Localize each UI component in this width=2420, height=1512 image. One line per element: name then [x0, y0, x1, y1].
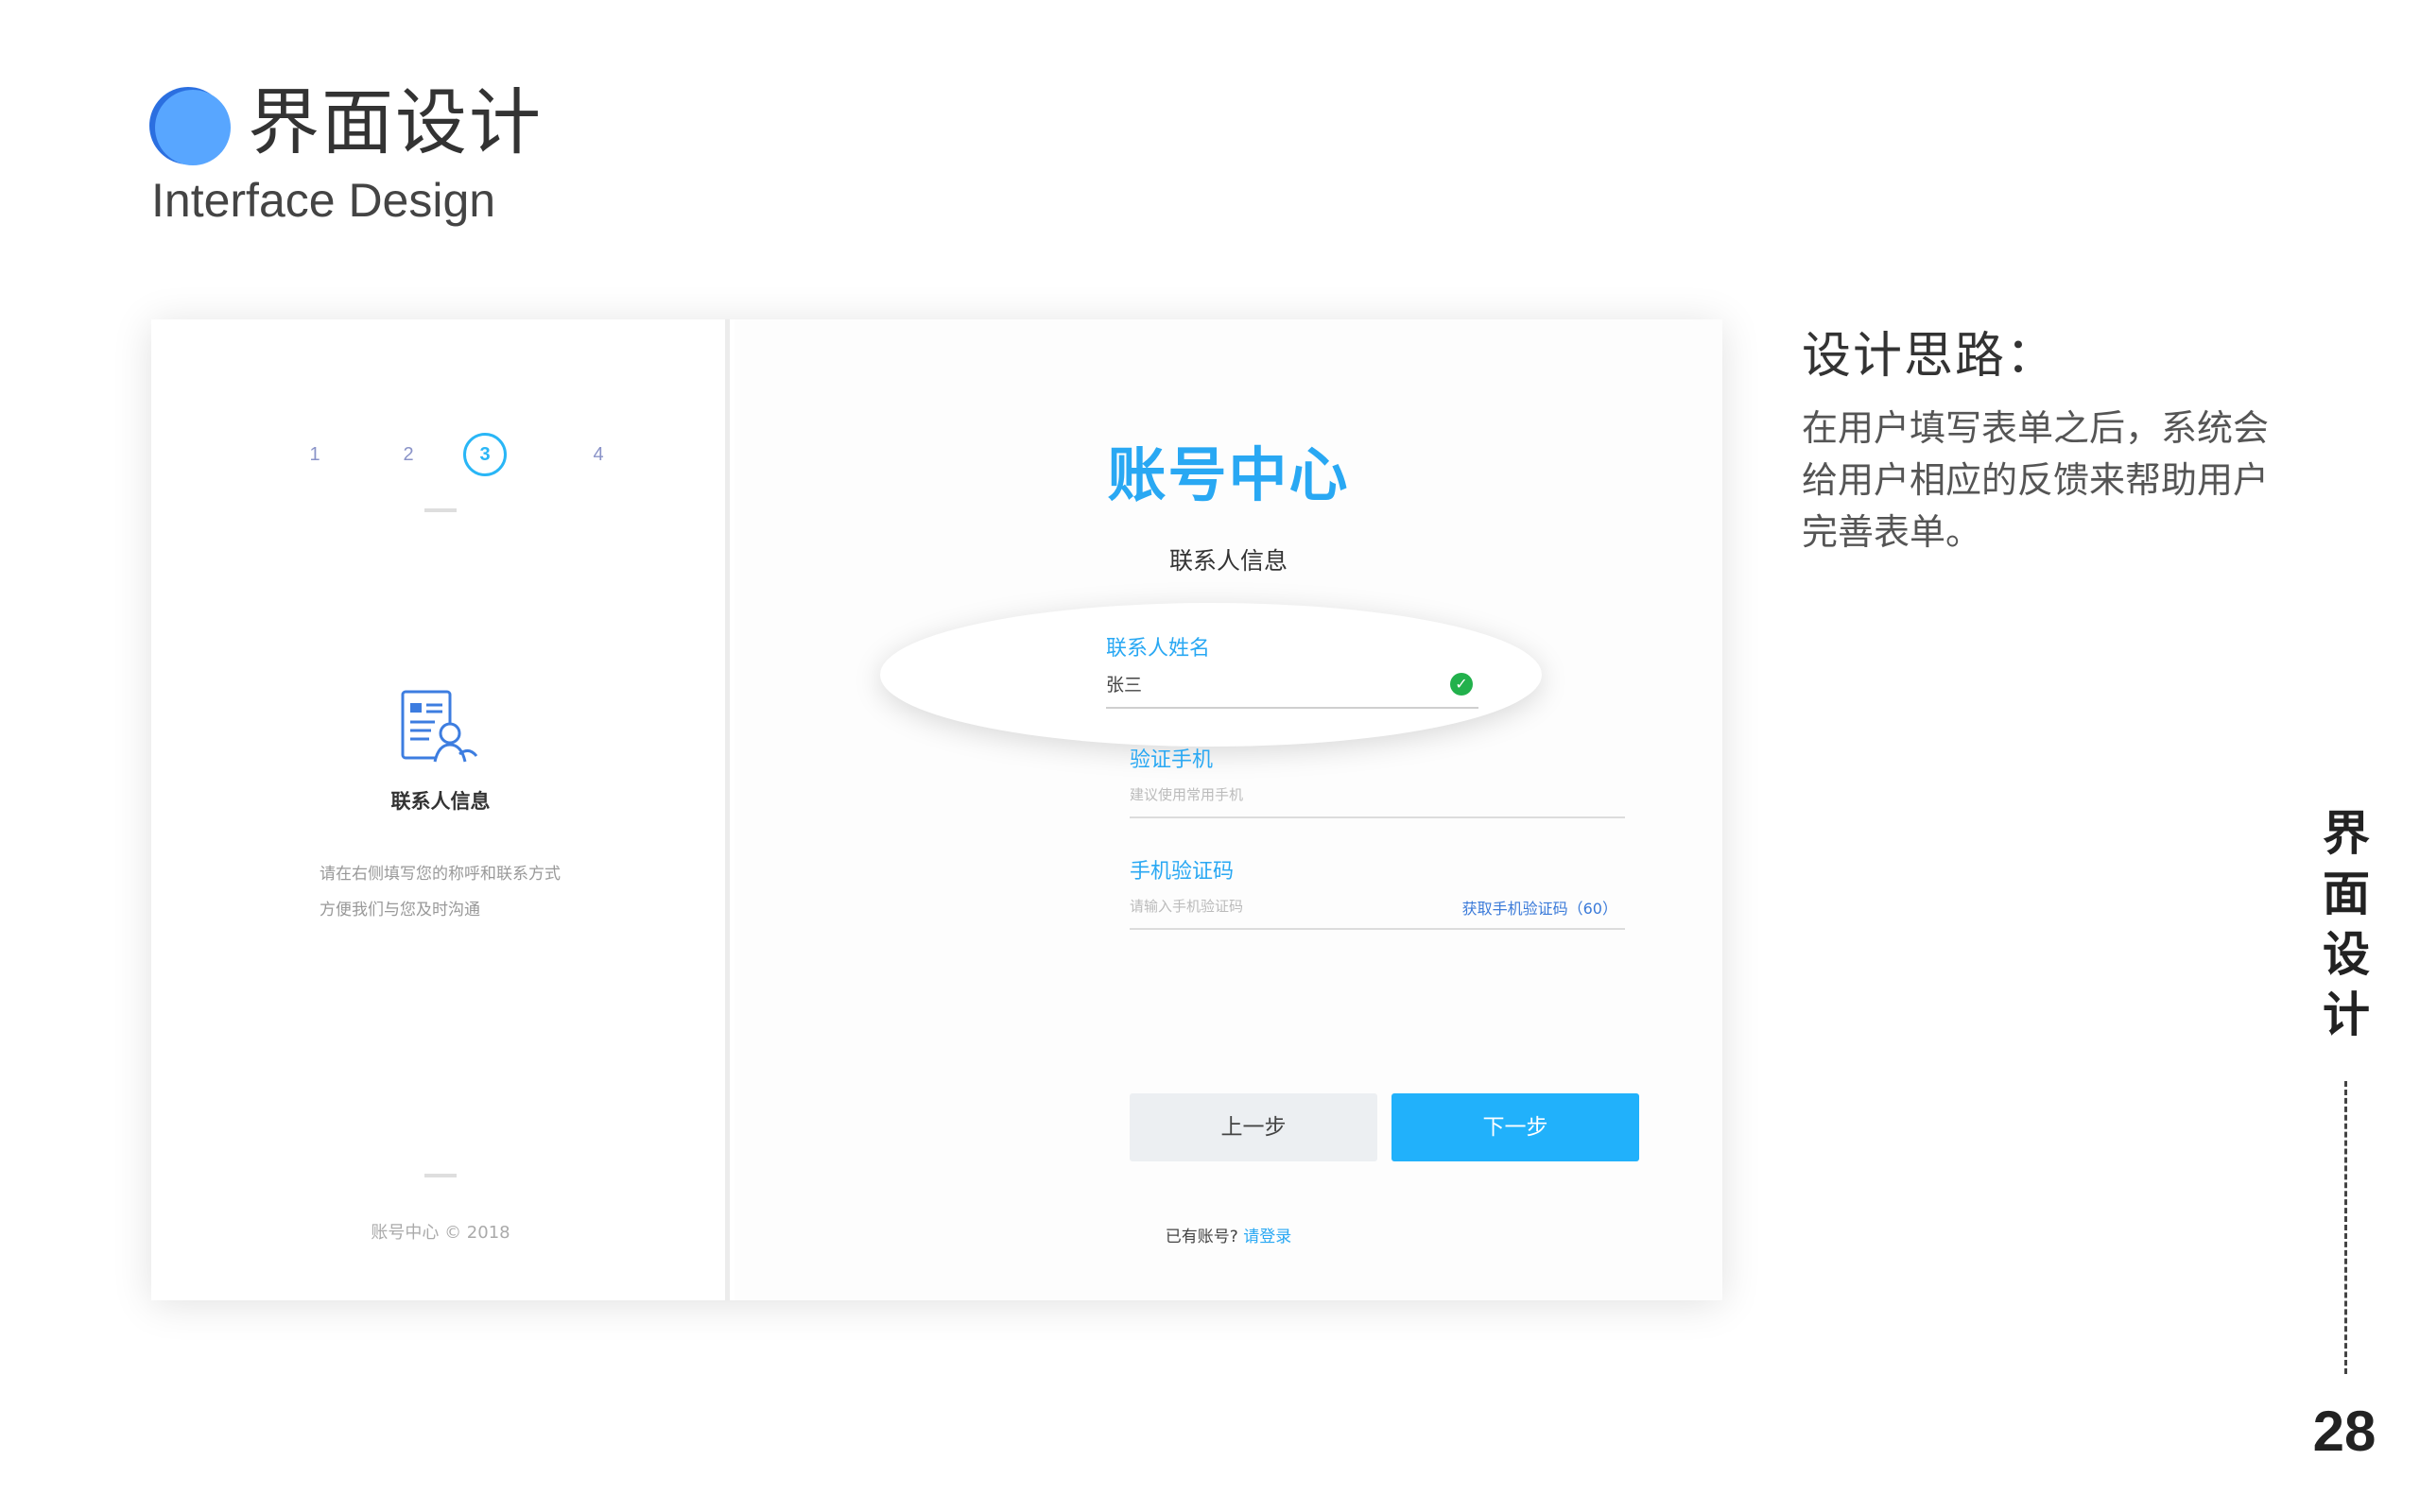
- sms-code-field[interactable]: 手机验证码 请输入手机验证码 获取手机验证码（60）: [1130, 854, 1625, 930]
- form-panel: 账号中心 联系人信息 联系人姓名 张三 ✓ 验证手机 建议使用常用手机 手机验证…: [735, 319, 1722, 1300]
- header-circle-icon: [149, 87, 231, 168]
- step-3-active[interactable]: 3: [463, 433, 507, 476]
- sms-code-label: 手机验证码: [1130, 860, 1235, 884]
- feedback-highlight: [880, 603, 1542, 747]
- ui-mockup: 1 2 3 4 联系人信息 请在右侧填写您的称呼和联系方式 方便我们与您及时沟通…: [151, 319, 1722, 1300]
- page-number: 28: [2312, 1400, 2377, 1463]
- copyright: 账号中心 © 2018: [371, 1223, 510, 1243]
- step-2[interactable]: 2: [387, 433, 430, 476]
- design-idea-body: 在用户填写表单之后，系统会给用户相应的反馈来帮助用户完善表单。: [1802, 407, 2270, 553]
- contact-document-icon: [401, 690, 478, 763]
- step-1[interactable]: 1: [293, 433, 337, 476]
- divider-top: [424, 508, 457, 512]
- verify-phone-label: 验证手机: [1130, 748, 1214, 772]
- verify-phone-input[interactable]: 建议使用常用手机: [1130, 784, 1243, 804]
- sms-code-input[interactable]: 请输入手机验证码: [1130, 896, 1243, 916]
- login-link[interactable]: 请登录: [1243, 1228, 1291, 1246]
- get-code-button[interactable]: 获取手机验证码（60）: [1462, 896, 1617, 919]
- contact-name-input[interactable]: 张三: [1106, 671, 1142, 696]
- login-prompt: 已有账号? 请登录: [735, 1223, 1722, 1246]
- vertical-section-label: 界 面 设 计: [2323, 806, 2370, 1042]
- form-title: 联系人信息: [1168, 547, 1288, 575]
- left-section-title: 联系人信息: [390, 790, 491, 813]
- page-subtitle: Interface Design: [151, 174, 496, 227]
- brand-logo: 账号中心: [1107, 440, 1350, 509]
- left-description: 请在右侧填写您的称呼和联系方式 方便我们与您及时沟通: [320, 856, 561, 928]
- next-step-button[interactable]: 下一步: [1392, 1093, 1639, 1161]
- verify-phone-field[interactable]: 验证手机 建议使用常用手机: [1130, 743, 1625, 818]
- page-title: 界面设计: [248, 80, 543, 164]
- contact-name-label: 联系人姓名: [1106, 637, 1211, 661]
- contact-name-field[interactable]: 联系人姓名 张三 ✓: [1106, 631, 1478, 709]
- steps-panel: 1 2 3 4 联系人信息 请在右侧填写您的称呼和联系方式 方便我们与您及时沟通…: [151, 319, 730, 1300]
- login-prompt-text: 已有账号?: [1165, 1228, 1238, 1246]
- divider-bottom: [424, 1174, 457, 1177]
- left-desc-line-1: 请在右侧填写您的称呼和联系方式: [320, 865, 561, 884]
- dashed-divider: [2344, 1081, 2347, 1374]
- design-idea-title: 设计思路：: [1802, 328, 2058, 385]
- step-4[interactable]: 4: [577, 433, 620, 476]
- check-circle-icon: ✓: [1450, 673, 1473, 696]
- left-desc-line-2: 方便我们与您及时沟通: [320, 901, 480, 919]
- prev-step-button[interactable]: 上一步: [1130, 1093, 1377, 1161]
